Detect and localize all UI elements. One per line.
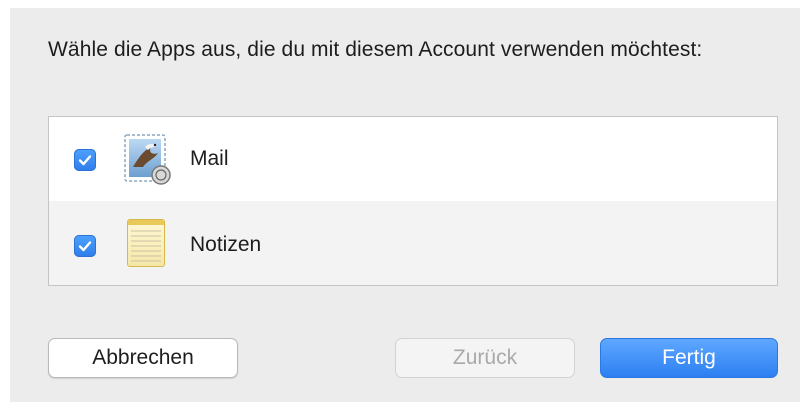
- done-button[interactable]: Fertig: [600, 338, 778, 378]
- app-label-notes: Notizen: [190, 233, 262, 256]
- back-button[interactable]: Zurück: [395, 338, 575, 378]
- cancel-button[interactable]: Abbrechen: [48, 338, 238, 378]
- app-list: Mail Notizen: [48, 116, 778, 286]
- checkmark-icon: [78, 155, 92, 166]
- mail-app-icon: [124, 134, 171, 185]
- checkmark-icon: [78, 241, 92, 252]
- notes-app-icon: [127, 219, 165, 267]
- prompt-text: Wähle die Apps aus, die du mit diesem Ac…: [48, 38, 703, 61]
- notes-checkbox[interactable]: [74, 235, 96, 257]
- mail-checkbox[interactable]: [74, 149, 96, 171]
- app-row-notes[interactable]: Notizen: [49, 201, 777, 285]
- app-row-mail[interactable]: Mail: [49, 117, 777, 201]
- app-label-mail: Mail: [190, 147, 229, 170]
